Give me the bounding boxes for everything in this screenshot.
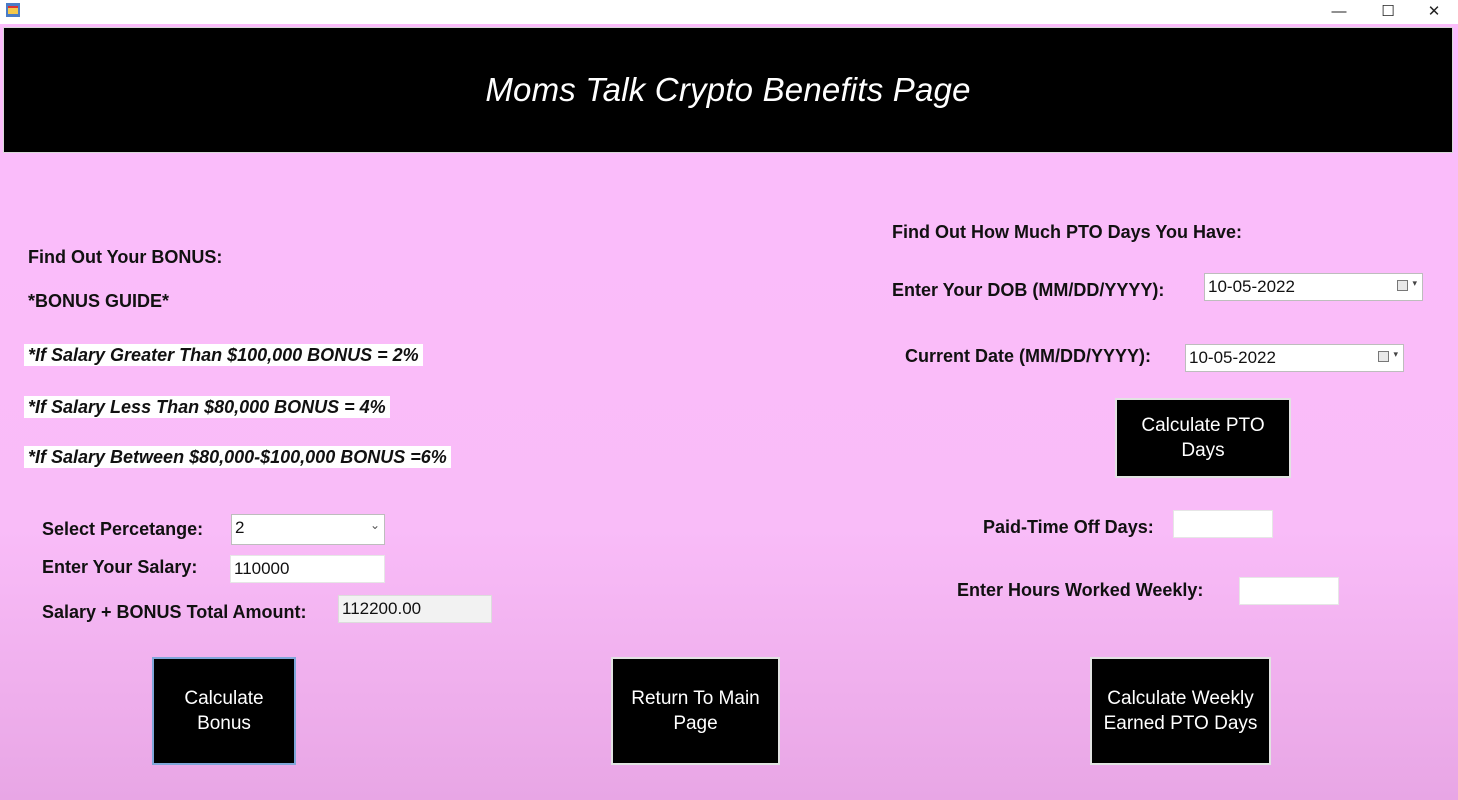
- calculate-pto-label: Calculate PTO Days: [1141, 415, 1265, 461]
- dob-label: Enter Your DOB (MM/DD/YYYY):: [892, 280, 1165, 300]
- maximize-icon[interactable]: ☐: [1365, 0, 1411, 22]
- bonus-rule-1: *If Salary Greater Than $100,000 BONUS =…: [24, 344, 423, 366]
- bonus-rule-2: *If Salary Less Than $80,000 BONUS = 4%: [24, 396, 390, 418]
- hours-input[interactable]: [1239, 577, 1339, 605]
- percentage-select[interactable]: 2 ⌄: [231, 514, 385, 545]
- bonus-heading: Find Out Your BONUS:: [28, 247, 223, 267]
- pto-days-output[interactable]: [1173, 510, 1273, 538]
- total-output[interactable]: 112200.00: [338, 595, 492, 623]
- return-main-label: Return To Main Page: [631, 688, 760, 734]
- calculate-bonus-label: Calculate Bonus: [184, 688, 264, 734]
- bonus-guide-heading: *BONUS GUIDE*: [28, 291, 170, 311]
- app-icon: [6, 3, 20, 17]
- current-date-value: 10-05-2022: [1189, 348, 1276, 367]
- header-banner: Moms Talk Crypto Benefits Page: [3, 27, 1453, 153]
- percentage-select-value: 2: [235, 518, 245, 537]
- dob-value: 10-05-2022: [1208, 277, 1295, 296]
- bonus-rule-3: *If Salary Between $80,000-$100,000 BONU…: [24, 446, 451, 468]
- dob-date-picker[interactable]: 10-05-2022 ▾: [1204, 273, 1423, 301]
- hours-label: Enter Hours Worked Weekly:: [957, 580, 1204, 600]
- total-label: Salary + BONUS Total Amount:: [42, 602, 307, 622]
- chevron-down-icon: ▾: [1412, 278, 1417, 288]
- chevron-down-icon: ⌄: [369, 518, 380, 532]
- calculate-pto-button[interactable]: Calculate PTO Days: [1115, 398, 1291, 478]
- window-titlebar: — ☐ ✕: [0, 0, 1458, 24]
- minimize-icon[interactable]: —: [1316, 0, 1362, 22]
- calculate-weekly-pto-label: Calculate Weekly Earned PTO Days: [1103, 688, 1258, 734]
- current-date-picker[interactable]: 10-05-2022 ▾: [1185, 344, 1404, 372]
- pto-days-label: Paid-Time Off Days:: [983, 517, 1154, 537]
- salary-label: Enter Your Salary:: [42, 557, 198, 577]
- close-icon[interactable]: ✕: [1411, 0, 1457, 22]
- pto-heading: Find Out How Much PTO Days You Have:: [892, 222, 1243, 242]
- calendar-icon: [1397, 280, 1408, 291]
- calculate-weekly-pto-button[interactable]: Calculate Weekly Earned PTO Days: [1090, 657, 1271, 765]
- calendar-icon: [1378, 351, 1389, 362]
- chevron-down-icon: ▾: [1393, 349, 1398, 359]
- salary-input[interactable]: 110000: [230, 555, 385, 583]
- current-date-label: Current Date (MM/DD/YYYY):: [905, 346, 1152, 366]
- page-title: Moms Talk Crypto Benefits Page: [485, 71, 971, 108]
- return-main-button[interactable]: Return To Main Page: [611, 657, 780, 765]
- calculate-bonus-button[interactable]: Calculate Bonus: [152, 657, 296, 765]
- form-client-area: Moms Talk Crypto Benefits Page Find Out …: [0, 24, 1458, 800]
- percentage-label: Select Percetange:: [42, 519, 204, 539]
